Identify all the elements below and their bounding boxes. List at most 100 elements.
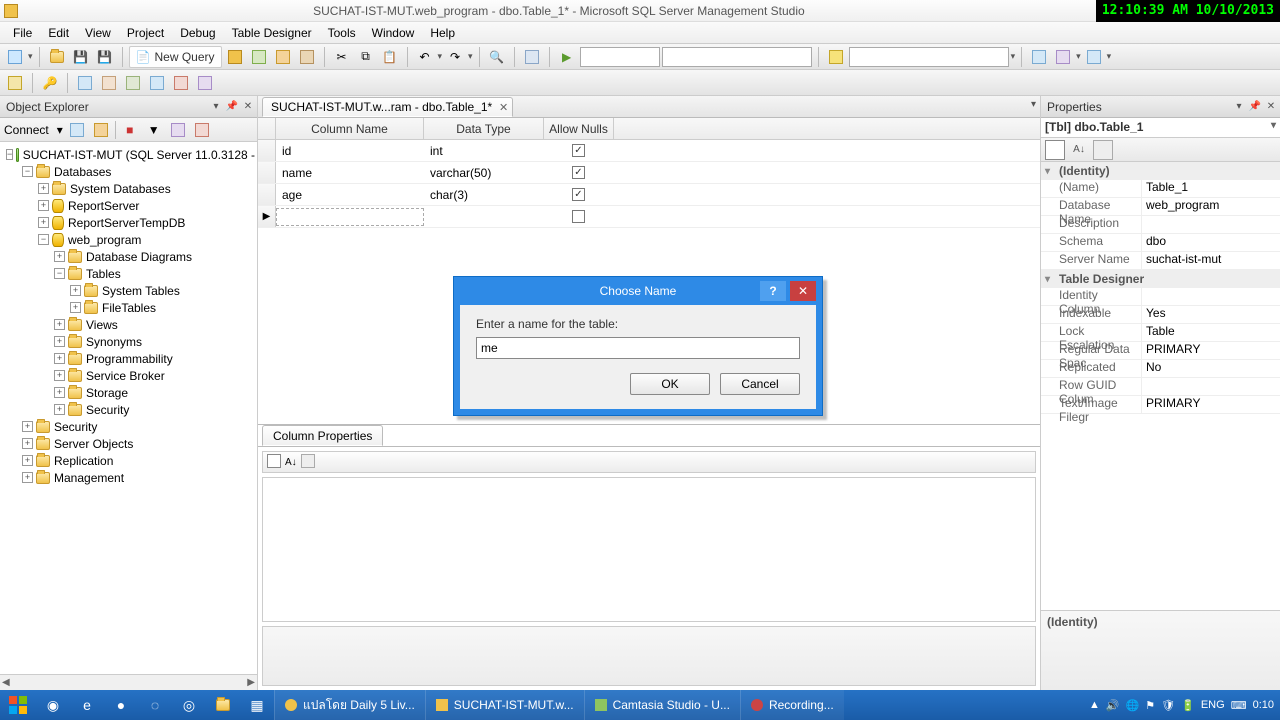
collapse-icon[interactable]: − [22,166,33,177]
expand-icon[interactable]: + [54,353,65,364]
tray-icon[interactable]: ▲ [1089,699,1100,711]
paste-icon[interactable]: 📋 [379,46,401,68]
start-button[interactable] [0,690,36,720]
taskbar-ie-icon[interactable]: e [70,690,104,720]
table-name-input[interactable] [476,337,800,359]
relationships-icon[interactable] [74,72,96,94]
header-allow-nulls[interactable]: Allow Nulls [544,118,614,139]
menu-debug[interactable]: Debug [173,24,222,42]
sync-icon[interactable] [192,120,212,140]
cell-column-name[interactable]: id [276,144,424,158]
play-icon[interactable]: ▶ [556,46,578,68]
menu-view[interactable]: View [78,24,118,42]
expand-icon[interactable]: + [22,438,33,449]
checkbox-icon[interactable]: ✓ [572,166,585,179]
cell-column-name[interactable]: name [276,166,424,180]
taskbar-app-icon[interactable]: ◌ [138,690,172,720]
taskbar-app-icon[interactable]: ◎ [172,690,206,720]
tree-storage[interactable]: Storage [86,386,128,400]
undo-icon[interactable]: ↶ [414,46,436,68]
expand-icon[interactable]: + [22,421,33,432]
tree-db-security[interactable]: Security [86,403,129,417]
system-tray[interactable]: ▲ 🔊 🌐 ⚑ 🛡 🔋 ENG ⌨ 0:10 [1089,690,1280,720]
disconnect-icon[interactable] [91,120,111,140]
menu-tools[interactable]: Tools [321,24,363,42]
taskbar-item[interactable]: Camtasia Studio - U... [584,690,740,720]
config-combobox[interactable] [849,47,1009,67]
cell-allow-nulls[interactable]: ✓ [544,144,614,157]
dialog-help-icon[interactable]: ? [760,281,786,301]
tree-management[interactable]: Management [54,471,124,485]
tree-dbdiagrams[interactable]: Database Diagrams [86,250,192,264]
object-explorer-tree[interactable]: −SUCHAT-IST-MUT (SQL Server 11.0.3128 - … [0,142,257,674]
tray-lang[interactable]: ENG [1201,699,1225,711]
tray-icon[interactable]: 🔋 [1181,699,1195,712]
save-all-icon[interactable]: 💾 [94,46,116,68]
expand-icon[interactable]: + [54,370,65,381]
checkbox-icon[interactable] [572,210,585,223]
tray-icon[interactable]: 🌐 [1126,699,1140,712]
collapse-icon[interactable]: − [38,234,49,245]
property-pages-icon[interactable] [1093,140,1113,160]
expand-icon[interactable]: + [54,387,65,398]
registered-servers-icon[interactable] [1028,46,1050,68]
pin-icon[interactable]: 📌 [225,100,239,114]
checkbox-icon[interactable]: ✓ [572,144,585,157]
collapse-icon[interactable]: − [54,268,65,279]
menu-help[interactable]: Help [423,24,462,42]
fulltext-icon[interactable] [122,72,144,94]
close-icon[interactable]: ✕ [241,100,255,114]
tree-synonyms[interactable]: Synonyms [86,335,142,349]
categorized-icon[interactable] [267,454,281,471]
copy-icon[interactable]: ⧉ [355,46,377,68]
tree-security[interactable]: Security [54,420,97,434]
cell-data-type[interactable]: varchar(50) [424,166,544,180]
taskbar-app-icon[interactable]: ● [104,690,138,720]
taskbar-item[interactable]: SUCHAT-IST-MUT.w... [425,690,584,720]
refresh-icon[interactable] [168,120,188,140]
cell-allow-nulls[interactable] [544,210,614,223]
horizontal-scrollbar[interactable]: ◀▶ [0,674,257,690]
taskbar-chrome-icon[interactable]: ◉ [36,690,70,720]
tree-reportserver[interactable]: ReportServer [68,199,139,213]
header-data-type[interactable]: Data Type [424,118,544,139]
collapse-icon[interactable]: − [6,149,13,160]
tree-systables[interactable]: System Tables [102,284,180,298]
tray-icon[interactable]: ⌨ [1231,699,1247,712]
tab-table-designer[interactable]: SUCHAT-IST-MUT.w...ram - dbo.Table_1* ✕ [262,97,513,117]
xml-indexes-icon[interactable] [146,72,168,94]
ok-button[interactable]: OK [630,373,710,395]
dropdown-icon[interactable]: ▾ [1232,100,1246,114]
indexes-icon[interactable] [98,72,120,94]
taskbar-explorer-icon[interactable] [206,690,240,720]
cell-data-type[interactable]: char(3) [424,188,544,202]
generate-script-icon[interactable] [4,72,26,94]
tree-views[interactable]: Views [86,318,118,332]
expand-icon[interactable]: + [70,302,81,313]
expand-icon[interactable]: + [22,455,33,466]
expand-icon[interactable]: + [54,319,65,330]
taskbar-app-icon[interactable]: ▦ [240,690,274,720]
expand-icon[interactable]: + [54,336,65,347]
expand-icon[interactable]: + [38,183,49,194]
table-row-new[interactable]: ▶ [258,206,1040,228]
filter-icon[interactable]: ▼ [144,120,164,140]
expand-icon[interactable]: + [54,404,65,415]
pin-icon[interactable]: 📌 [1248,100,1262,114]
analysis-query-icon[interactable] [248,46,270,68]
xmla-query-icon[interactable] [296,46,318,68]
check-constraints-icon[interactable] [170,72,192,94]
menu-edit[interactable]: Edit [41,24,76,42]
tree-programmability[interactable]: Programmability [86,352,173,366]
database-combobox[interactable] [580,47,660,67]
object-explorer-icon[interactable] [1052,46,1074,68]
checkbox-icon[interactable]: ✓ [572,188,585,201]
tray-icon[interactable]: 🔊 [1106,699,1120,712]
cell-allow-nulls[interactable]: ✓ [544,188,614,201]
dialog-titlebar[interactable]: Choose Name ? ✕ [454,277,822,305]
new-query-button[interactable]: 📄 New Query [129,46,222,68]
solution-icon[interactable] [521,46,543,68]
close-icon[interactable]: ✕ [1264,100,1278,114]
find-icon[interactable]: 🔍 [486,46,508,68]
new-project-icon[interactable] [4,46,26,68]
